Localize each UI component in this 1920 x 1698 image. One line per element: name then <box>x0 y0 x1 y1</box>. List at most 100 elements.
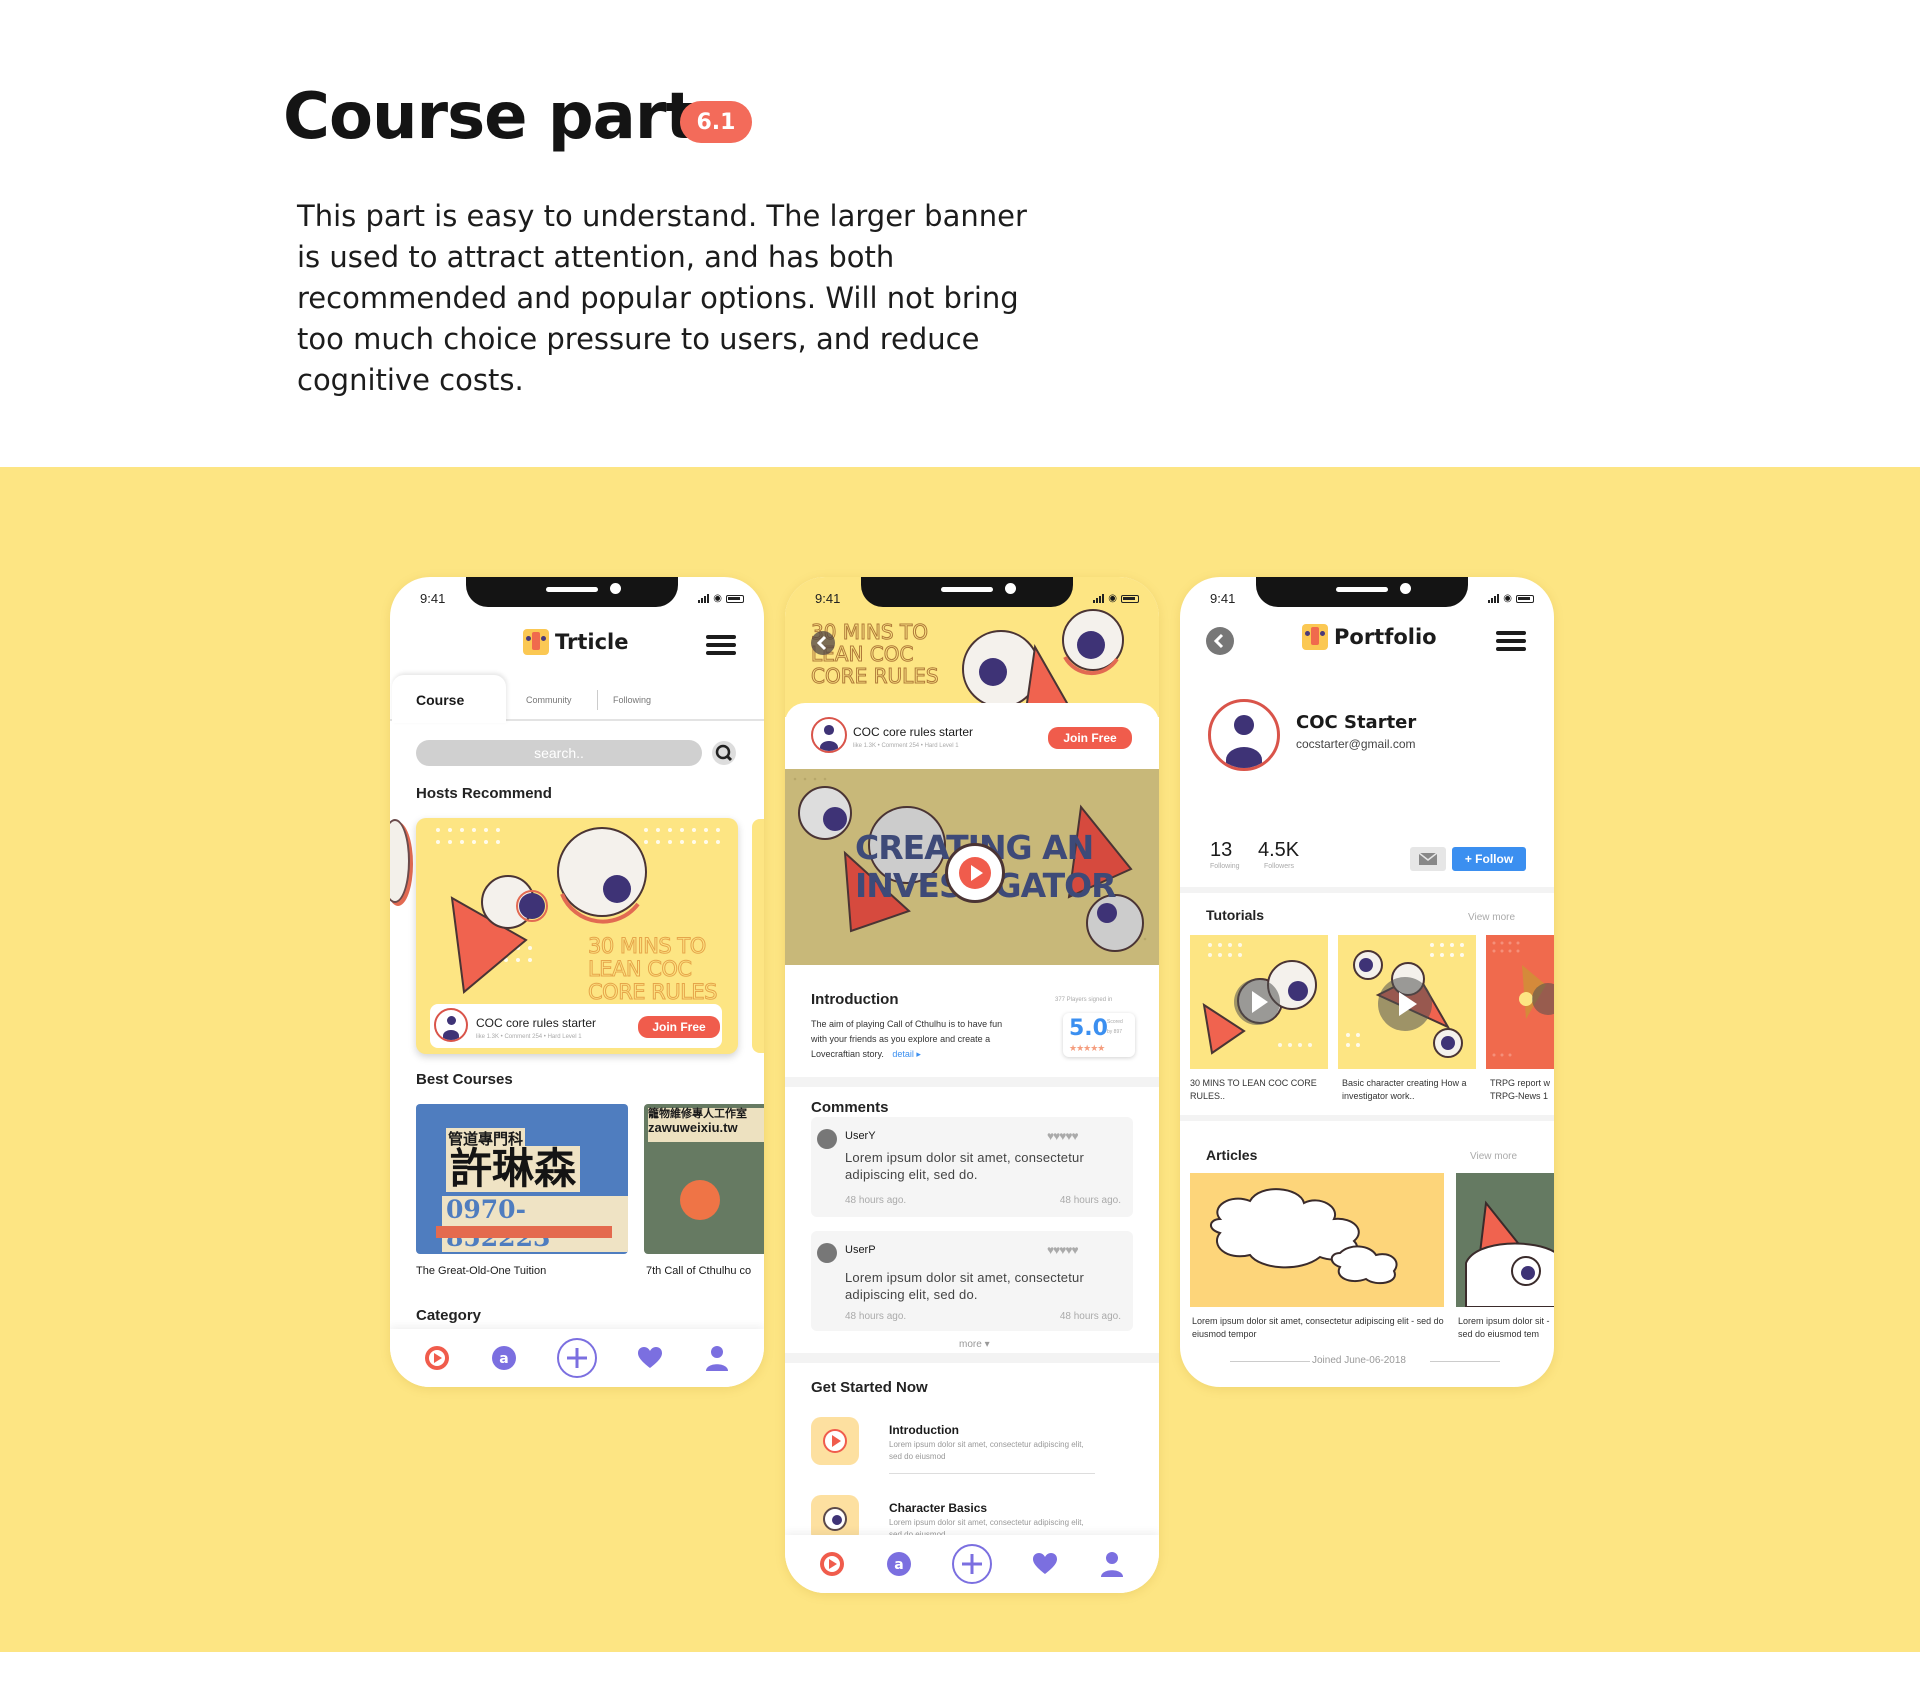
user-avatar <box>817 1129 837 1149</box>
heart-tab-icon[interactable] <box>636 1344 664 1372</box>
message-button[interactable] <box>1410 847 1446 871</box>
tab-following[interactable]: Following <box>613 695 651 705</box>
tutorial-thumb-1[interactable] <box>1190 935 1328 1069</box>
introduction-text: The aim of playing Call of Cthulhu is to… <box>811 1017 1007 1062</box>
tab-course[interactable]: Course <box>392 675 506 723</box>
back-button[interactable] <box>811 631 835 655</box>
category-title: Category <box>416 1307 482 1324</box>
join-free-button[interactable]: Join Free <box>1048 727 1132 749</box>
section-divider <box>785 1077 1159 1087</box>
signal-icon <box>698 594 710 603</box>
course-thumb-2[interactable]: 籠物維修專人工作室 zawuweixiu.tw <box>644 1104 764 1254</box>
tutorial-illustration-3 <box>1492 941 1554 1057</box>
wifi-icon: ◉ <box>713 593 722 604</box>
comment-text: Lorem ipsum dolor sit amet, consectetur … <box>845 1270 1085 1302</box>
tab-community[interactable]: Community <box>526 695 572 705</box>
sign-strip <box>436 1226 612 1238</box>
app-logo: Trticle <box>523 629 629 655</box>
wifi-icon: ◉ <box>1108 593 1117 604</box>
phone-notch <box>1256 577 1468 607</box>
menu-icon[interactable] <box>1496 631 1526 651</box>
heart-rating-icon: ♥♥♥♥♥ <box>1047 1129 1079 1143</box>
tutorial-title-3: TRPG report w TRPG-News 1 <box>1490 1078 1551 1101</box>
articles-title: Articles <box>1206 1147 1258 1163</box>
tutorial-thumb-3[interactable] <box>1486 935 1554 1069</box>
bottom-tab-bar: a <box>390 1329 764 1387</box>
comment-user: UserY <box>845 1130 876 1142</box>
lesson-item[interactable]: Introduction Lorem ipsum dolor sit amet,… <box>811 1417 1133 1477</box>
tutorials-title: Tutorials <box>1206 907 1265 923</box>
comment-card: UserY ♥♥♥♥♥ Lorem ipsum dolor sit amet, … <box>811 1117 1133 1217</box>
footer-line-left <box>1230 1361 1310 1362</box>
course-thumb-1[interactable]: 管道專門科 許琳森 0970-852223 <box>416 1104 628 1254</box>
profile-tab-icon[interactable] <box>1098 1550 1126 1578</box>
lesson-title: Character Basics <box>889 1501 988 1515</box>
get-started-title: Get Started Now <box>811 1379 928 1396</box>
mail-icon <box>1418 852 1438 865</box>
profile-name: COC Starter <box>1296 712 1417 733</box>
course-title-1: The Great-Old-One Tuition <box>416 1265 547 1277</box>
logo-icon <box>1302 624 1328 650</box>
more-comments-link[interactable]: more ▾ <box>959 1339 990 1350</box>
banner-peek-left <box>390 819 410 903</box>
tutorials-view-more[interactable]: View more <box>1468 912 1515 923</box>
course-meta: like 1.3K • Comment 254 • Hard Level 1 <box>853 743 959 749</box>
following-label: Following <box>1210 863 1240 870</box>
article-thumb-1[interactable] <box>1190 1173 1444 1307</box>
play-button[interactable] <box>945 843 1005 903</box>
back-button[interactable] <box>1206 627 1234 655</box>
orange-circle <box>680 1180 720 1220</box>
article-thumb-2[interactable] <box>1456 1173 1554 1307</box>
video-tab-icon[interactable] <box>423 1344 451 1372</box>
join-free-button[interactable]: Join Free <box>638 1016 720 1038</box>
profile-email: cocstarter@gmail.com <box>1296 737 1416 751</box>
heart-tab-icon[interactable] <box>1031 1550 1059 1578</box>
article-tab-icon[interactable]: a <box>885 1550 913 1578</box>
introduction-title: Introduction <box>811 991 899 1008</box>
add-tab-icon[interactable] <box>556 1338 597 1378</box>
section-divider <box>785 1353 1159 1363</box>
rating-stars-icon: ★★★★★ <box>1069 1043 1105 1053</box>
svg-text:a: a <box>499 1351 508 1367</box>
video-tab-icon[interactable] <box>818 1550 846 1578</box>
section-divider <box>1180 1115 1554 1121</box>
search-input[interactable]: search.. <box>416 740 702 766</box>
detail-link[interactable]: detail ▸ <box>892 1049 921 1059</box>
banner-peek-right <box>752 819 764 1053</box>
bottom-tab-bar: a <box>785 1535 1159 1593</box>
sign-url-text: zawuweixiu.tw <box>648 1120 738 1135</box>
comment-time: 48 hours ago. <box>845 1195 907 1206</box>
course-title-2: 7th Call of Cthulhu co <box>646 1265 752 1277</box>
search-button[interactable] <box>712 741 736 765</box>
players-signed: 377 Players signed in <box>1055 997 1113 1003</box>
logo-icon <box>523 629 549 655</box>
comment-time: 48 hours ago. <box>845 1311 907 1322</box>
play-overlay-icon <box>1378 977 1432 1031</box>
app-logo: Portfolio <box>1302 624 1437 650</box>
more-label: more <box>959 1339 982 1350</box>
profile-tab-icon[interactable] <box>703 1344 731 1372</box>
tutorial-thumb-2[interactable] <box>1338 935 1476 1069</box>
video-player[interactable]: CREATING AN INVESTIGATOR <box>785 769 1159 965</box>
article-tab-icon[interactable]: a <box>490 1344 518 1372</box>
course-title: COC core rules starter <box>476 1016 597 1030</box>
course-meta: like 1.3K • Comment 254 • Hard Level 1 <box>476 1034 582 1040</box>
lesson-divider <box>889 1473 1095 1474</box>
articles-view-more[interactable]: View more <box>1470 1151 1517 1162</box>
card-info-bar: COC core rules starter like 1.3K • Comme… <box>430 1004 722 1048</box>
status-icons: ◉ <box>1093 593 1139 604</box>
chevron-down-icon: ▾ <box>984 1339 990 1350</box>
gnome-illustration <box>1465 1200 1554 1307</box>
add-tab-icon[interactable] <box>951 1544 992 1584</box>
phone-notch <box>861 577 1073 607</box>
featured-course-card[interactable]: 30 MINS TO LEAN COC CORE RULES COC core … <box>416 818 738 1054</box>
tutorial-title-1: 30 MINS TO LEAN COC CORE RULES.. <box>1190 1078 1317 1101</box>
page-title: Course part <box>283 80 696 154</box>
following-count: 13 <box>1210 839 1233 861</box>
user-avatar <box>817 1243 837 1263</box>
follow-button[interactable]: + Follow <box>1452 847 1526 871</box>
comment-time-right: 48 hours ago. <box>1059 1195 1121 1206</box>
lesson-text: Lorem ipsum dolor sit amet, consectetur … <box>889 1440 1084 1461</box>
signal-icon <box>1488 594 1500 603</box>
menu-icon[interactable] <box>706 635 736 655</box>
